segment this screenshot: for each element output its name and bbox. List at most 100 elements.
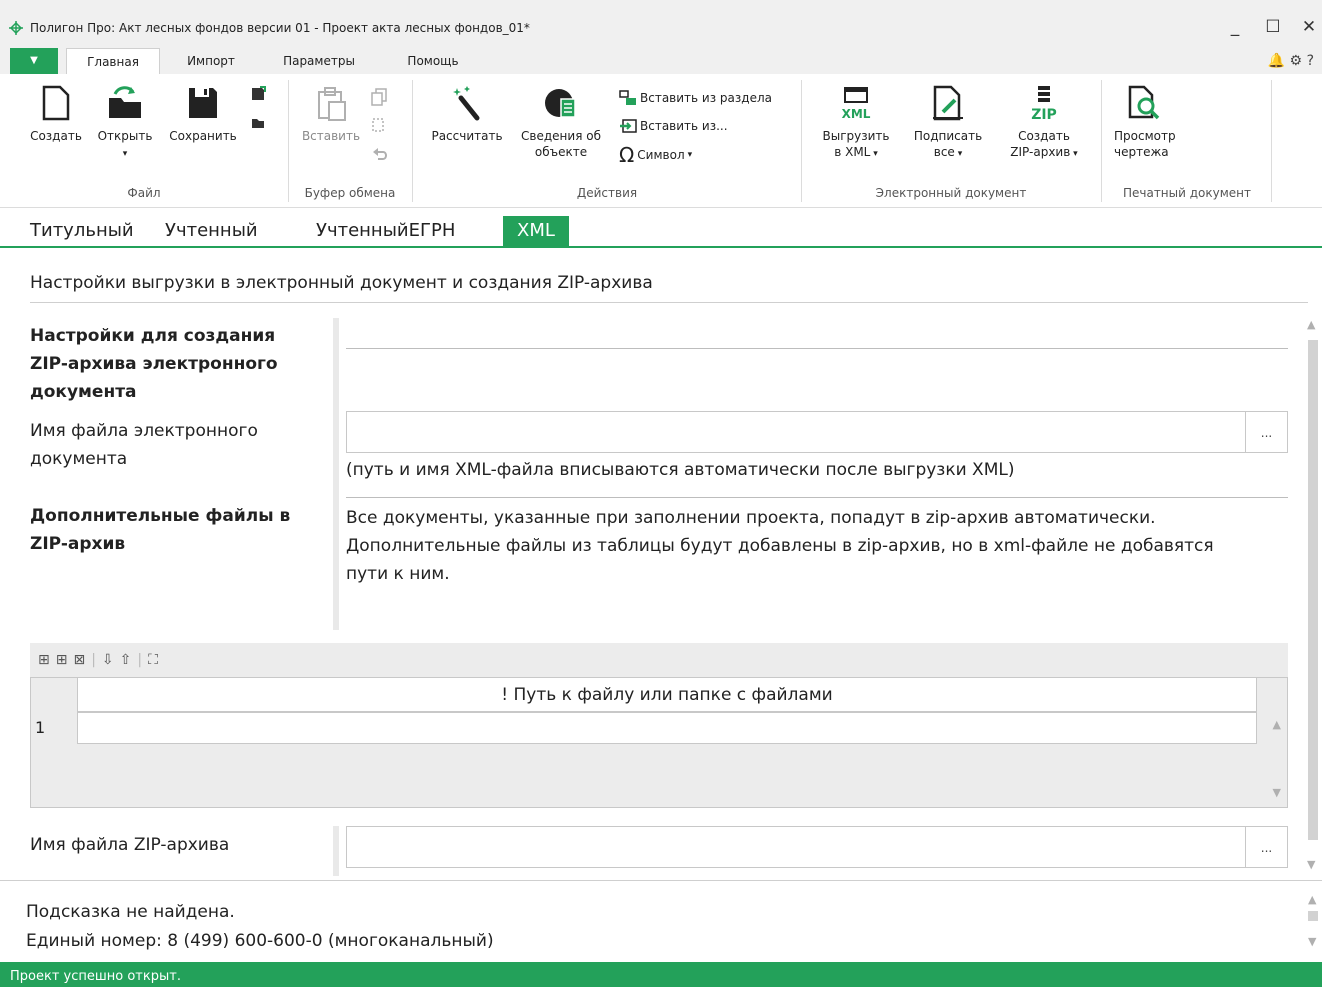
scroll-up-icon[interactable]: ▲ [1307,318,1315,331]
xml-export-icon: XML [842,87,871,121]
group-label-clipboard: Буфер обмена [304,186,396,200]
open-folder-icon [109,86,141,118]
hint-scroll-thumb[interactable] [1308,911,1318,921]
group-label-actions: Действия [576,186,638,200]
ribbon-group-print: Просмотр чертежа Печатный документ [1102,74,1272,206]
zip-archive-icon: ZIP [1031,86,1057,122]
fit-columns-icon[interactable]: ⛶ [148,652,158,668]
document-tabs: Титульный Учтенный УчтенныйЕГРН XML [0,208,1322,248]
group-label-edoc: Электронный документ [875,186,1027,200]
edoc-name-input[interactable]: ... [346,411,1288,453]
menu-tab-parameters[interactable]: Параметры [268,48,370,74]
ribbon-group-actions: Рассчитать Сведения об объекте Вставить и… [413,74,801,206]
menu-right-tools: 🔔 ⚙ ? [1268,53,1314,69]
save-button[interactable]: Сохранить [162,84,244,144]
tab-registered[interactable]: Учтенный [165,220,258,241]
clipboard-icon [318,87,346,121]
title-bar: Полигон Про: Акт лесных фондов версии 01… [0,0,1322,48]
open-button[interactable]: Открыть ▾ [90,84,160,162]
symbol-button[interactable]: Ω Символ ▾ [619,143,692,167]
menu-tab-help[interactable]: Помощь [392,48,474,74]
extra-files-heading: Дополнительные файлы в ZIP-архив [30,506,291,554]
paste-section-icon [619,90,636,105]
svg-text:ZIP: ZIP [1031,107,1057,122]
edoc-browse-button[interactable]: ... [1245,412,1287,452]
minimize-button[interactable]: _ [1224,18,1246,36]
create-button[interactable]: Создать [22,84,90,144]
zip-settings-heading: Настройки для создания ZIP-архива электр… [30,326,278,402]
table-row-number: 1 [35,718,46,737]
grid-scroll-down-icon[interactable]: ▼ [1273,786,1281,799]
hint-panel: Подсказка не найдена. Единый номер: 8 (4… [0,880,1322,960]
omega-icon: Ω [619,143,635,167]
sign-all-button[interactable]: Подписать все ▾ [906,84,990,162]
copy-icon[interactable] [371,88,387,106]
tab-xml[interactable]: XML [503,216,569,248]
zip-name-label: Имя файла ZIP-архива [30,835,230,855]
zip-name-input[interactable]: ... [346,826,1288,868]
sign-document-icon [933,85,963,121]
close-button[interactable]: ✕ [1298,18,1320,36]
object-info-button[interactable]: Сведения об объекте [511,84,611,160]
zip-browse-button[interactable]: ... [1245,827,1287,867]
calculate-button[interactable]: Рассчитать [425,84,509,144]
tab-title-page[interactable]: Титульный [30,220,134,241]
hint-phone: Единый номер: 8 (499) 600-600-0 (многока… [26,931,494,951]
group-label-print: Печатный документ [1122,186,1252,200]
table-corner [31,678,77,712]
undo-icon[interactable] [371,144,389,162]
maximize-button[interactable]: ☐ [1262,18,1284,36]
extra-files-description: Все документы, указанные при заполнении … [346,508,1214,584]
gear-icon[interactable]: ⚙ [1290,53,1303,69]
app-logo-icon [9,21,23,35]
insert-row-icon[interactable]: ⊞ [56,652,68,668]
table-header-path: ! Путь к файлу или папке с файлами [77,678,1257,712]
window-title: Полигон Про: Акт лесных фондов версии 01… [30,21,530,35]
grid-toolbar: ⊞ ⊞ ⊠ | ⇩ ⇧ | ⛶ [30,643,1288,677]
cut-icon[interactable] [371,116,387,134]
ribbon-group-clipboard: Вставить Буфер обмена [289,74,411,206]
section-title: Настройки выгрузки в электронный докумен… [30,273,653,293]
paste-from-icon [620,119,637,133]
svg-text:XML: XML [842,107,871,121]
paste-from-button[interactable]: Вставить из... [619,118,728,134]
ribbon: Создать Открыть ▾ Сохранить Файл Вставить… [0,74,1322,208]
edoc-name-label: Имя файла электронного документа [30,421,258,469]
menu-tab-import[interactable]: Импорт [172,48,250,74]
magic-wand-icon [453,86,480,121]
scroll-thumb[interactable] [1308,340,1318,840]
ribbon-group-file: Создать Открыть ▾ Сохранить Файл [0,74,288,206]
bell-icon[interactable]: 🔔 [1268,53,1285,69]
preview-drawing-button[interactable]: Просмотр чертежа [1114,84,1194,160]
paste-from-section-button[interactable]: Вставить из раздела [619,90,772,106]
save-as-icon[interactable] [250,86,266,102]
hint-scroll-up-icon[interactable]: ▲ [1308,893,1316,906]
scroll-down-icon[interactable]: ▼ [1307,858,1315,871]
table-cell-path[interactable] [77,712,1257,744]
preview-icon [1128,85,1160,120]
move-row-down-icon[interactable]: ⇩ [102,652,114,668]
group-label-file: Файл [127,186,161,200]
menu-tab-home[interactable]: Главная [66,48,160,75]
hint-text: Подсказка не найдена. [26,902,235,922]
export-xml-button[interactable]: XML Выгрузить в XML ▾ [814,84,898,162]
menu-bar: ▼ Главная Импорт Параметры Помощь 🔔 ⚙ ? [0,48,1322,75]
save-all-icon[interactable] [250,114,266,130]
tab-registered-egrn[interactable]: УчтенныйЕГРН [316,220,455,241]
add-row-icon[interactable]: ⊞ [38,652,50,668]
save-icon [189,88,217,118]
main-scrollbar[interactable]: ▲ ▼ [1306,318,1320,874]
help-icon[interactable]: ? [1307,53,1314,69]
status-bar: Проект успешно открыт. [0,962,1322,987]
extra-files-table: ! Путь к файлу или папке с файлами 1 ▲ ▼ [30,677,1288,808]
ribbon-group-edoc: XML Выгрузить в XML ▾ Подписать все ▾ ZIP … [802,74,1100,206]
create-zip-button[interactable]: ZIP Создать ZIP-архив ▾ [998,84,1090,162]
app-menu-button[interactable]: ▼ [10,48,58,74]
delete-row-icon[interactable]: ⊠ [73,652,85,668]
edoc-name-hint: (путь и имя XML-файла вписываются автома… [346,460,1015,480]
grid-scroll-up-icon[interactable]: ▲ [1273,718,1281,731]
hint-scroll-down-icon[interactable]: ▼ [1308,935,1316,948]
move-row-up-icon[interactable]: ⇧ [120,652,132,668]
new-file-icon [42,85,70,121]
paste-button[interactable]: Вставить [295,84,367,144]
